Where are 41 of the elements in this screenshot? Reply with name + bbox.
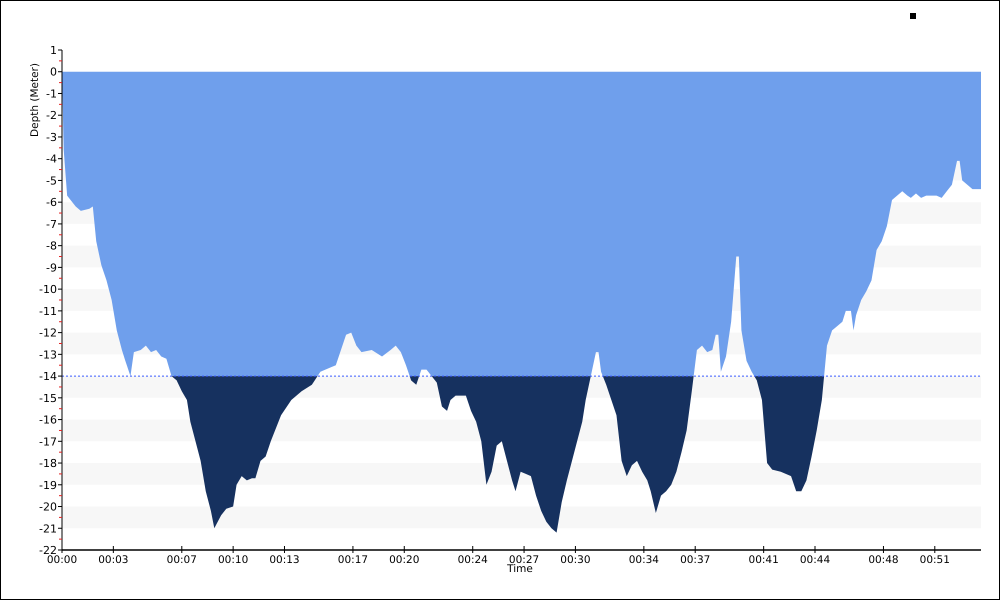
y-tick-label: -19 (39, 478, 57, 492)
x-axis-title: Time (507, 563, 533, 575)
x-tick-label: 00:17 (338, 554, 368, 566)
x-tick-label: 00:44 (800, 554, 830, 566)
x-tick-label: 00:30 (560, 554, 591, 566)
y-tick-label: -5 (46, 174, 57, 188)
y-tick-label: -3 (46, 130, 57, 144)
x-tick-label: 00:10 (218, 554, 248, 566)
y-tick-label: -15 (39, 392, 57, 405)
x-tick-label: 00:07 (166, 554, 197, 566)
x-tick-label: 00:20 (389, 554, 420, 566)
y-tick-label: -16 (39, 414, 57, 427)
x-tick-label: 00:48 (868, 554, 899, 566)
x-tick-label: 00:34 (628, 554, 659, 566)
y-tick-label: -14 (39, 370, 57, 384)
y-tick-label: -9 (46, 261, 57, 274)
y-tick-label: -1 (46, 87, 57, 100)
y-tick-label: -11 (39, 304, 57, 318)
y-tick-label: -21 (39, 522, 57, 536)
y-tick-label: -7 (46, 218, 57, 231)
x-tick-label: 00:00 (46, 554, 78, 566)
y-tick-label: -18 (39, 457, 57, 470)
x-tick-label: 00:51 (920, 554, 950, 566)
legend-swatch (910, 13, 916, 19)
y-tick-label: -12 (39, 326, 57, 340)
y-tick-label: -4 (46, 152, 57, 166)
y-tick-label: -2 (46, 109, 57, 122)
y-tick-label: 0 (50, 66, 57, 79)
y-tick-label: -8 (46, 240, 57, 253)
y-tick-label: 1 (50, 44, 57, 57)
y-axis-title: Depth (Meter) (29, 63, 41, 137)
y-tick-label: -10 (39, 283, 57, 296)
y-tick-label: -6 (46, 196, 57, 210)
x-tick-label: 00:03 (98, 554, 128, 566)
x-tick-label: 00:37 (680, 554, 710, 566)
y-tick-label: -17 (39, 435, 57, 448)
y-tick-label: -13 (39, 348, 57, 362)
x-tick-label: 00:13 (269, 554, 300, 566)
x-tick-label: 00:41 (748, 554, 779, 566)
x-tick-label: 00:24 (458, 554, 488, 566)
y-tick-label: -20 (39, 500, 57, 514)
